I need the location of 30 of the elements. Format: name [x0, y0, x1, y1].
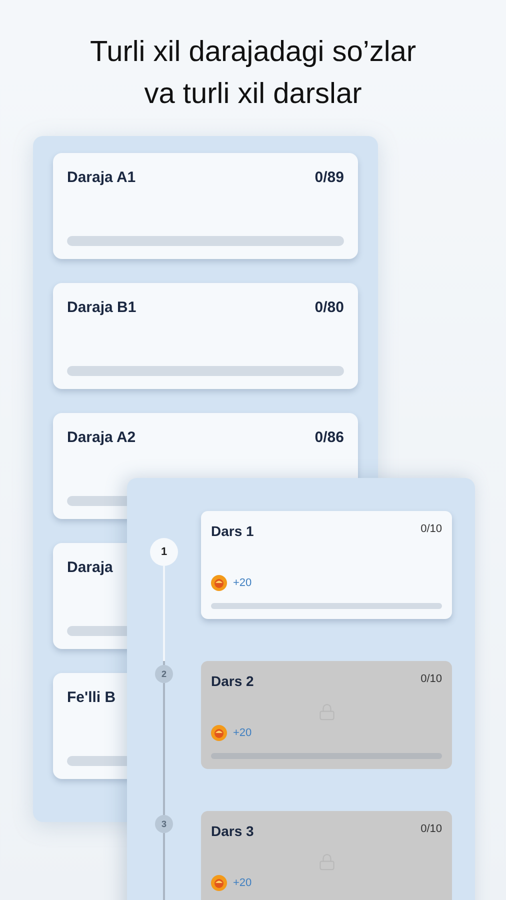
reward-points: +20 — [233, 727, 252, 739]
level-card[interactable]: Daraja A1 0/89 — [53, 153, 358, 259]
level-count: 0/89 — [314, 169, 344, 186]
reward-points: +20 — [233, 577, 252, 589]
step-number: 2 — [155, 665, 173, 683]
lesson-title: Dars 1 — [211, 523, 254, 539]
level-title: Fe'lli B — [67, 689, 116, 706]
level-count: 0/86 — [314, 429, 344, 446]
lesson-count: 0/10 — [420, 673, 442, 685]
lesson-card[interactable]: Dars 1 0/10 +20 — [201, 511, 452, 619]
level-count: 0/80 — [314, 299, 344, 316]
lesson-count: 0/10 — [420, 823, 442, 835]
level-title: Daraja A2 — [67, 429, 136, 446]
step-number: 1 — [150, 538, 178, 566]
level-card[interactable]: Daraja B1 0/80 — [53, 283, 358, 389]
lesson-count: 0/10 — [420, 523, 442, 535]
lesson-title: Dars 3 — [211, 823, 254, 839]
step-number: 3 — [155, 815, 173, 833]
reward-points: +20 — [233, 877, 252, 889]
lesson-title: Dars 2 — [211, 673, 254, 689]
lesson-card[interactable]: Dars 3 0/10 +20 — [201, 811, 452, 900]
level-title: Daraja B1 — [67, 299, 136, 316]
headline: Turli xil darajadagi so’zlar — [90, 35, 416, 70]
coin-icon — [211, 575, 227, 591]
level-title: Daraja — [67, 559, 113, 576]
headline: va turli xil darslar — [144, 77, 362, 112]
coin-icon — [211, 875, 227, 891]
coin-icon — [211, 725, 227, 741]
lesson-card[interactable]: Dars 2 0/10 +20 — [201, 661, 452, 769]
level-title: Daraja A1 — [67, 169, 136, 186]
